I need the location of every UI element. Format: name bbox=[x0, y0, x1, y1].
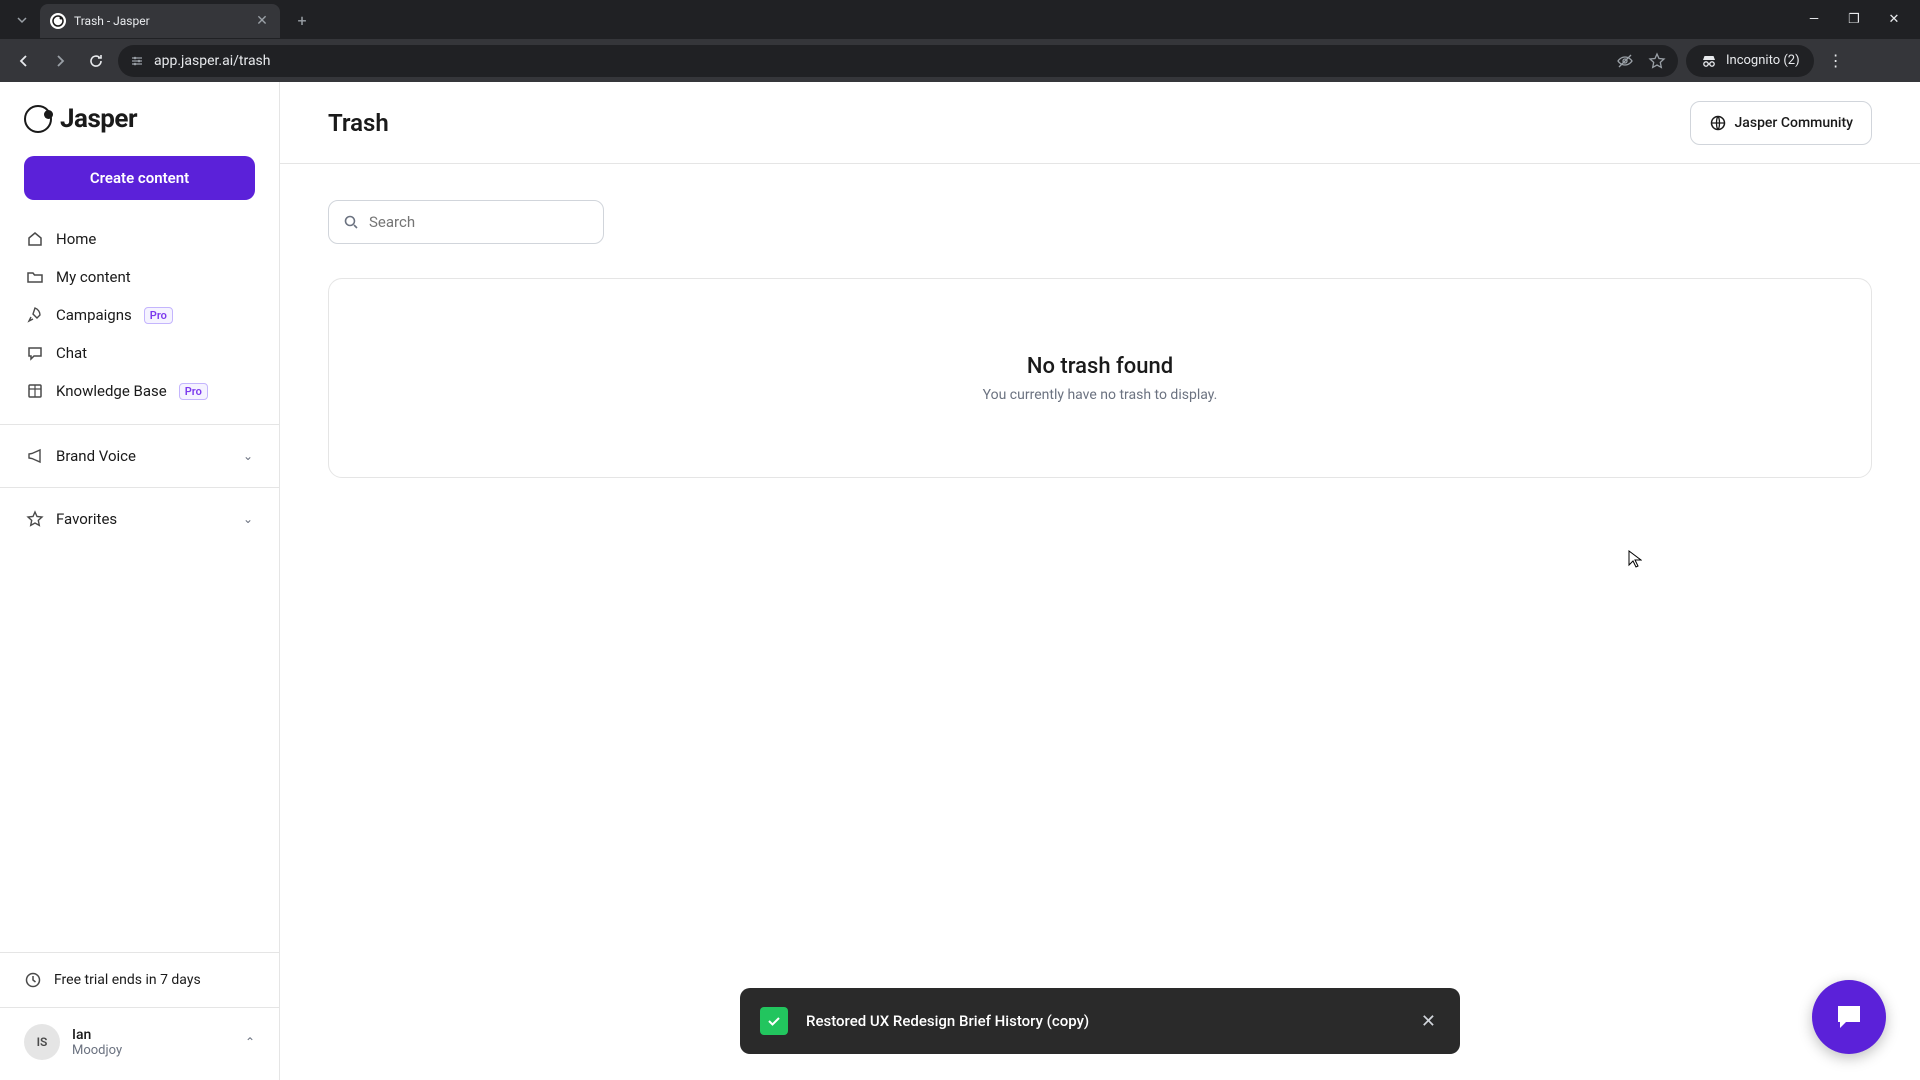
user-org: Moodjoy bbox=[72, 1043, 122, 1058]
forward-button[interactable] bbox=[46, 47, 74, 75]
tab-close-icon[interactable]: ✕ bbox=[254, 13, 270, 29]
sidebar-section-favorites[interactable]: Favorites ⌄ bbox=[0, 498, 279, 540]
chevron-up-icon: ⌃ bbox=[245, 1035, 255, 1049]
toast-message: Restored UX Redesign Brief History (copy… bbox=[806, 1012, 1089, 1030]
section-label: Favorites bbox=[56, 510, 117, 528]
page-header: Trash Jasper Community bbox=[280, 82, 1920, 164]
browser-chrome: Trash - Jasper ✕ + — ❐ ✕ app.jasper.ai/t… bbox=[0, 0, 1920, 82]
user-name: Ian bbox=[72, 1027, 122, 1043]
check-icon bbox=[760, 1007, 788, 1035]
empty-subtitle: You currently have no trash to display. bbox=[983, 387, 1218, 403]
omnibox[interactable]: app.jasper.ai/trash bbox=[118, 45, 1678, 77]
chat-fab[interactable] bbox=[1812, 980, 1886, 1054]
new-tab-button[interactable]: + bbox=[288, 6, 316, 34]
sidebar-item-label: Knowledge Base bbox=[56, 382, 167, 400]
back-button[interactable] bbox=[10, 47, 38, 75]
chat-bubble-icon bbox=[1832, 1000, 1866, 1034]
pro-badge: Pro bbox=[179, 383, 208, 400]
toast-notification: Restored UX Redesign Brief History (copy… bbox=[740, 988, 1460, 1054]
section-label: Brand Voice bbox=[56, 447, 136, 465]
divider bbox=[0, 424, 279, 425]
logo-text: Jasper bbox=[60, 104, 137, 134]
favicon-icon bbox=[50, 13, 66, 29]
browser-tab[interactable]: Trash - Jasper ✕ bbox=[40, 4, 280, 38]
incognito-indicator[interactable]: Incognito (2) bbox=[1686, 45, 1814, 77]
rocket-icon bbox=[26, 306, 44, 324]
page-title: Trash bbox=[328, 109, 389, 137]
star-icon bbox=[26, 510, 44, 528]
maximize-icon[interactable]: ❐ bbox=[1840, 12, 1868, 27]
sidebar-item-label: Campaigns bbox=[56, 306, 132, 324]
main-content: Trash Jasper Community No trash found Yo… bbox=[280, 82, 1920, 1080]
trial-label: Free trial ends in 7 days bbox=[54, 972, 201, 988]
tab-title: Trash - Jasper bbox=[74, 14, 246, 28]
search-field[interactable] bbox=[328, 200, 604, 244]
home-icon bbox=[26, 230, 44, 248]
search-icon bbox=[343, 214, 359, 230]
content-area: No trash found You currently have no tra… bbox=[280, 164, 1920, 514]
nav-list: Home My content Campaigns Pro Chat bbox=[0, 216, 279, 414]
bookmark-star-icon[interactable] bbox=[1648, 52, 1666, 70]
incognito-icon bbox=[1700, 52, 1718, 70]
user-menu[interactable]: IS Ian Moodjoy ⌃ bbox=[0, 1007, 279, 1080]
url-text: app.jasper.ai/trash bbox=[154, 53, 1606, 69]
clock-icon bbox=[24, 971, 42, 989]
cursor-icon bbox=[1628, 550, 1642, 568]
divider bbox=[0, 487, 279, 488]
globe-icon bbox=[1709, 114, 1727, 132]
minimize-icon[interactable]: — bbox=[1800, 12, 1828, 27]
close-window-icon[interactable]: ✕ bbox=[1880, 12, 1908, 27]
toast-close-icon[interactable]: ✕ bbox=[1417, 1007, 1440, 1036]
sidebar-item-home[interactable]: Home bbox=[12, 220, 267, 258]
sidebar-section-brand-voice[interactable]: Brand Voice ⌄ bbox=[0, 435, 279, 477]
search-input[interactable] bbox=[369, 213, 589, 231]
browser-menu-icon[interactable]: ⋮ bbox=[1822, 51, 1850, 70]
tab-bar: Trash - Jasper ✕ + — ❐ ✕ bbox=[0, 0, 1920, 38]
sidebar-item-my-content[interactable]: My content bbox=[12, 258, 267, 296]
address-bar: app.jasper.ai/trash Incognito (2) ⋮ bbox=[0, 38, 1920, 82]
empty-state: No trash found You currently have no tra… bbox=[328, 278, 1872, 478]
empty-title: No trash found bbox=[1027, 354, 1173, 379]
sidebar-item-knowledge-base[interactable]: Knowledge Base Pro bbox=[12, 372, 267, 410]
chat-icon bbox=[26, 344, 44, 362]
chevron-down-icon: ⌄ bbox=[243, 449, 253, 463]
jasper-community-button[interactable]: Jasper Community bbox=[1690, 101, 1872, 145]
create-content-button[interactable]: Create content bbox=[24, 156, 255, 200]
chevron-down-icon: ⌄ bbox=[243, 512, 253, 526]
sidebar: Jasper Create content Home My content C bbox=[0, 82, 280, 1080]
incognito-label: Incognito (2) bbox=[1726, 53, 1800, 68]
logo-icon bbox=[24, 105, 52, 133]
sidebar-item-chat[interactable]: Chat bbox=[12, 334, 267, 372]
window-controls: — ❐ ✕ bbox=[1800, 0, 1920, 38]
pro-badge: Pro bbox=[144, 307, 173, 324]
sidebar-item-label: My content bbox=[56, 268, 131, 286]
community-label: Jasper Community bbox=[1735, 115, 1853, 131]
sidebar-item-label: Home bbox=[56, 230, 96, 248]
book-icon bbox=[26, 382, 44, 400]
logo[interactable]: Jasper bbox=[0, 82, 279, 152]
tab-search-dropdown[interactable] bbox=[8, 6, 36, 34]
avatar: IS bbox=[24, 1024, 60, 1060]
eye-off-icon[interactable] bbox=[1616, 52, 1634, 70]
trial-notice[interactable]: Free trial ends in 7 days bbox=[0, 952, 279, 1007]
app-viewport: Jasper Create content Home My content C bbox=[0, 82, 1920, 1080]
sidebar-item-campaigns[interactable]: Campaigns Pro bbox=[12, 296, 267, 334]
site-settings-icon[interactable] bbox=[130, 54, 144, 68]
folder-icon bbox=[26, 268, 44, 286]
megaphone-icon bbox=[26, 447, 44, 465]
sidebar-item-label: Chat bbox=[56, 344, 87, 362]
reload-button[interactable] bbox=[82, 47, 110, 75]
